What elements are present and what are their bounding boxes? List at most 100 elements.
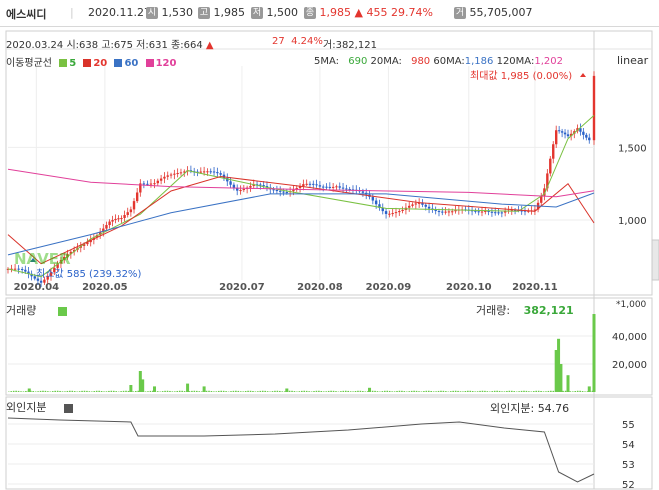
volume-bar [410,390,413,392]
candle-body [361,191,365,193]
volume-bar [592,314,596,392]
volume-bar [47,391,49,392]
candle-body [338,186,341,188]
volume-bar [576,390,579,392]
volume-unit: *1,000 [616,300,647,310]
volume-bar [449,391,452,392]
volume-bar [176,390,179,392]
volume-bar [542,391,545,392]
candle-body [149,183,153,185]
volume-bar [181,390,183,392]
volume-bar [37,391,39,392]
volume-bar [186,383,190,392]
volume-bar [327,390,330,392]
candle-body [206,171,209,173]
volume-bar [474,391,476,392]
volume-bar [144,391,147,392]
volume-bar [349,391,352,392]
foreign-readout: 외인지분: 54.76 [490,402,570,415]
volume-bar [305,390,308,392]
volume-bar [108,390,110,392]
volume-bar [225,391,227,392]
volume-bar [259,390,262,392]
volume-bar [386,390,389,392]
candle-body [242,189,246,191]
candle-body [563,132,567,135]
x-tick-label: 2020.11 [512,282,558,293]
candle-body [585,134,588,138]
candle-body [39,280,43,283]
volume-bar [486,391,489,392]
volume-bar [462,391,464,392]
candle-body [582,131,585,135]
candle-body [285,192,289,194]
volume-bar [364,391,367,392]
volume-bar [562,390,564,392]
volume-bar [93,391,96,392]
volume-bar [244,391,247,392]
volume-bar [15,390,17,392]
volume-bar [359,390,362,392]
candle-body [552,144,555,159]
volume-bar [27,388,31,392]
volume-bar [183,391,186,392]
candle-body [13,268,17,270]
volume-bar [310,391,313,392]
foreign-tick-label: 55 [622,420,635,431]
volume-bar [572,391,574,392]
volume-bar [149,390,152,392]
candle-body [315,184,318,186]
volume-bar [222,390,225,392]
volume-bar [169,390,171,392]
volume-bar [545,391,547,392]
volume-bar [285,388,289,392]
volume-bar [330,390,332,392]
candle-body [179,172,183,174]
candle-body [176,173,179,175]
candle-body [371,196,375,201]
volume-bar [56,390,59,392]
volume-bar [566,375,570,392]
max-marker [580,73,586,77]
volume-bar [115,391,118,392]
volume-bar [408,391,411,392]
volume-bar [371,390,374,392]
volume-bar [239,391,242,392]
volume-bar [122,390,125,392]
candle-body [335,186,338,188]
candle-body [108,221,111,226]
volume-bar [340,391,342,392]
volume-bar [153,386,156,392]
scale-mode-label[interactable]: linear [617,54,648,67]
candle-body [202,171,206,173]
volume-bar [235,390,237,392]
volume-bar [564,390,567,392]
candle-body [199,171,203,173]
info-volume: 거:382,121 [323,40,377,51]
volume-bar [508,390,511,392]
candle-body [318,185,322,187]
volume-panel-title: 거래량 [6,302,69,318]
candle-body [447,211,451,213]
candle-body [374,200,378,205]
volume-bar [391,391,393,392]
candle-body [477,211,480,213]
volume-bar [54,390,56,392]
volume-bar [587,386,591,392]
volume-bar [64,391,66,392]
volume-bar [513,391,516,392]
volume-bar [91,391,93,392]
volume-bar [127,390,130,392]
candle-body [474,210,477,212]
candle-body [434,210,437,212]
candle-body [126,212,129,216]
volume-bar [435,391,437,392]
volume-bar [242,391,244,392]
volume-bar [510,390,513,392]
volume-bar [313,391,315,392]
volume-bar [112,390,115,392]
volume-bar [266,391,269,392]
candle-body [132,201,136,210]
volume-bar [193,390,196,392]
candle-body [427,206,431,209]
